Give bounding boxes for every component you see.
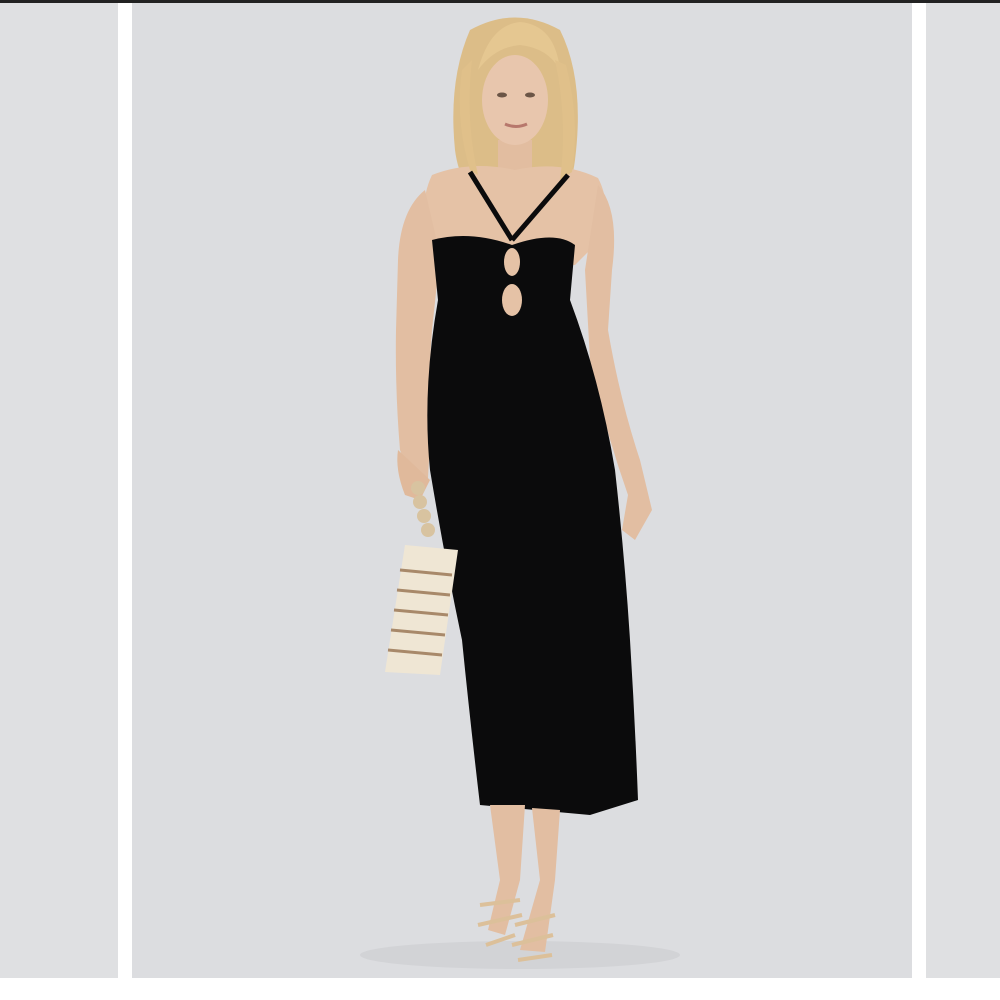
- bottom-margin: [0, 978, 1000, 1000]
- previous-image-thumbnail[interactable]: [0, 3, 118, 978]
- model-photo: [132, 3, 912, 978]
- next-image-thumbnail[interactable]: [926, 3, 1000, 978]
- product-image[interactable]: [132, 3, 912, 978]
